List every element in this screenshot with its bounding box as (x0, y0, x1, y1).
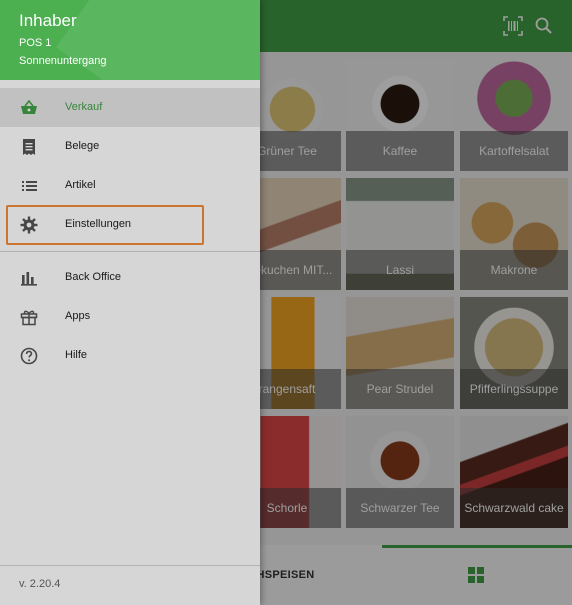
menu-item-belege[interactable]: Belege (0, 127, 260, 166)
menu-item-label: Einstellungen (65, 218, 132, 230)
menu-item-label: Hilfe (65, 349, 88, 361)
drawer-header: Inhaber POS 1 Sonnenuntergang (0, 0, 260, 80)
basket-icon (21, 99, 37, 114)
menu-item-back-office[interactable]: Back Office (0, 258, 260, 297)
header-decoration (56, 0, 260, 80)
navigation-drawer: Inhaber POS 1 Sonnenuntergang Verkauf Be… (0, 0, 260, 605)
help-icon (20, 347, 38, 365)
menu-item-label: Apps (65, 310, 91, 322)
app-version: v. 2.20.4 (19, 578, 61, 590)
menu-item-artikel[interactable]: Artikel (0, 166, 260, 205)
menu-item-label: Artikel (65, 179, 96, 191)
store-name: Sonnenuntergang (19, 55, 107, 67)
gift-icon (20, 310, 38, 326)
menu-item-label: Back Office (65, 271, 122, 283)
menu-item-einstellungen[interactable]: Einstellungen (0, 205, 260, 244)
pos-name: POS 1 (19, 37, 52, 49)
footer-divider (0, 565, 260, 566)
bar-chart-icon (21, 272, 37, 286)
gear-icon (20, 216, 38, 234)
menu-item-apps[interactable]: Apps (0, 297, 260, 336)
menu-item-label: Verkauf (65, 101, 103, 113)
menu-item-hilfe[interactable]: Hilfe (0, 336, 260, 375)
user-name: Inhaber (19, 11, 77, 30)
list-icon (22, 181, 37, 191)
menu-item-label: Belege (65, 140, 100, 152)
receipt-icon (23, 139, 35, 155)
menu-divider (0, 251, 260, 252)
menu-item-verkauf[interactable]: Verkauf (0, 88, 260, 127)
